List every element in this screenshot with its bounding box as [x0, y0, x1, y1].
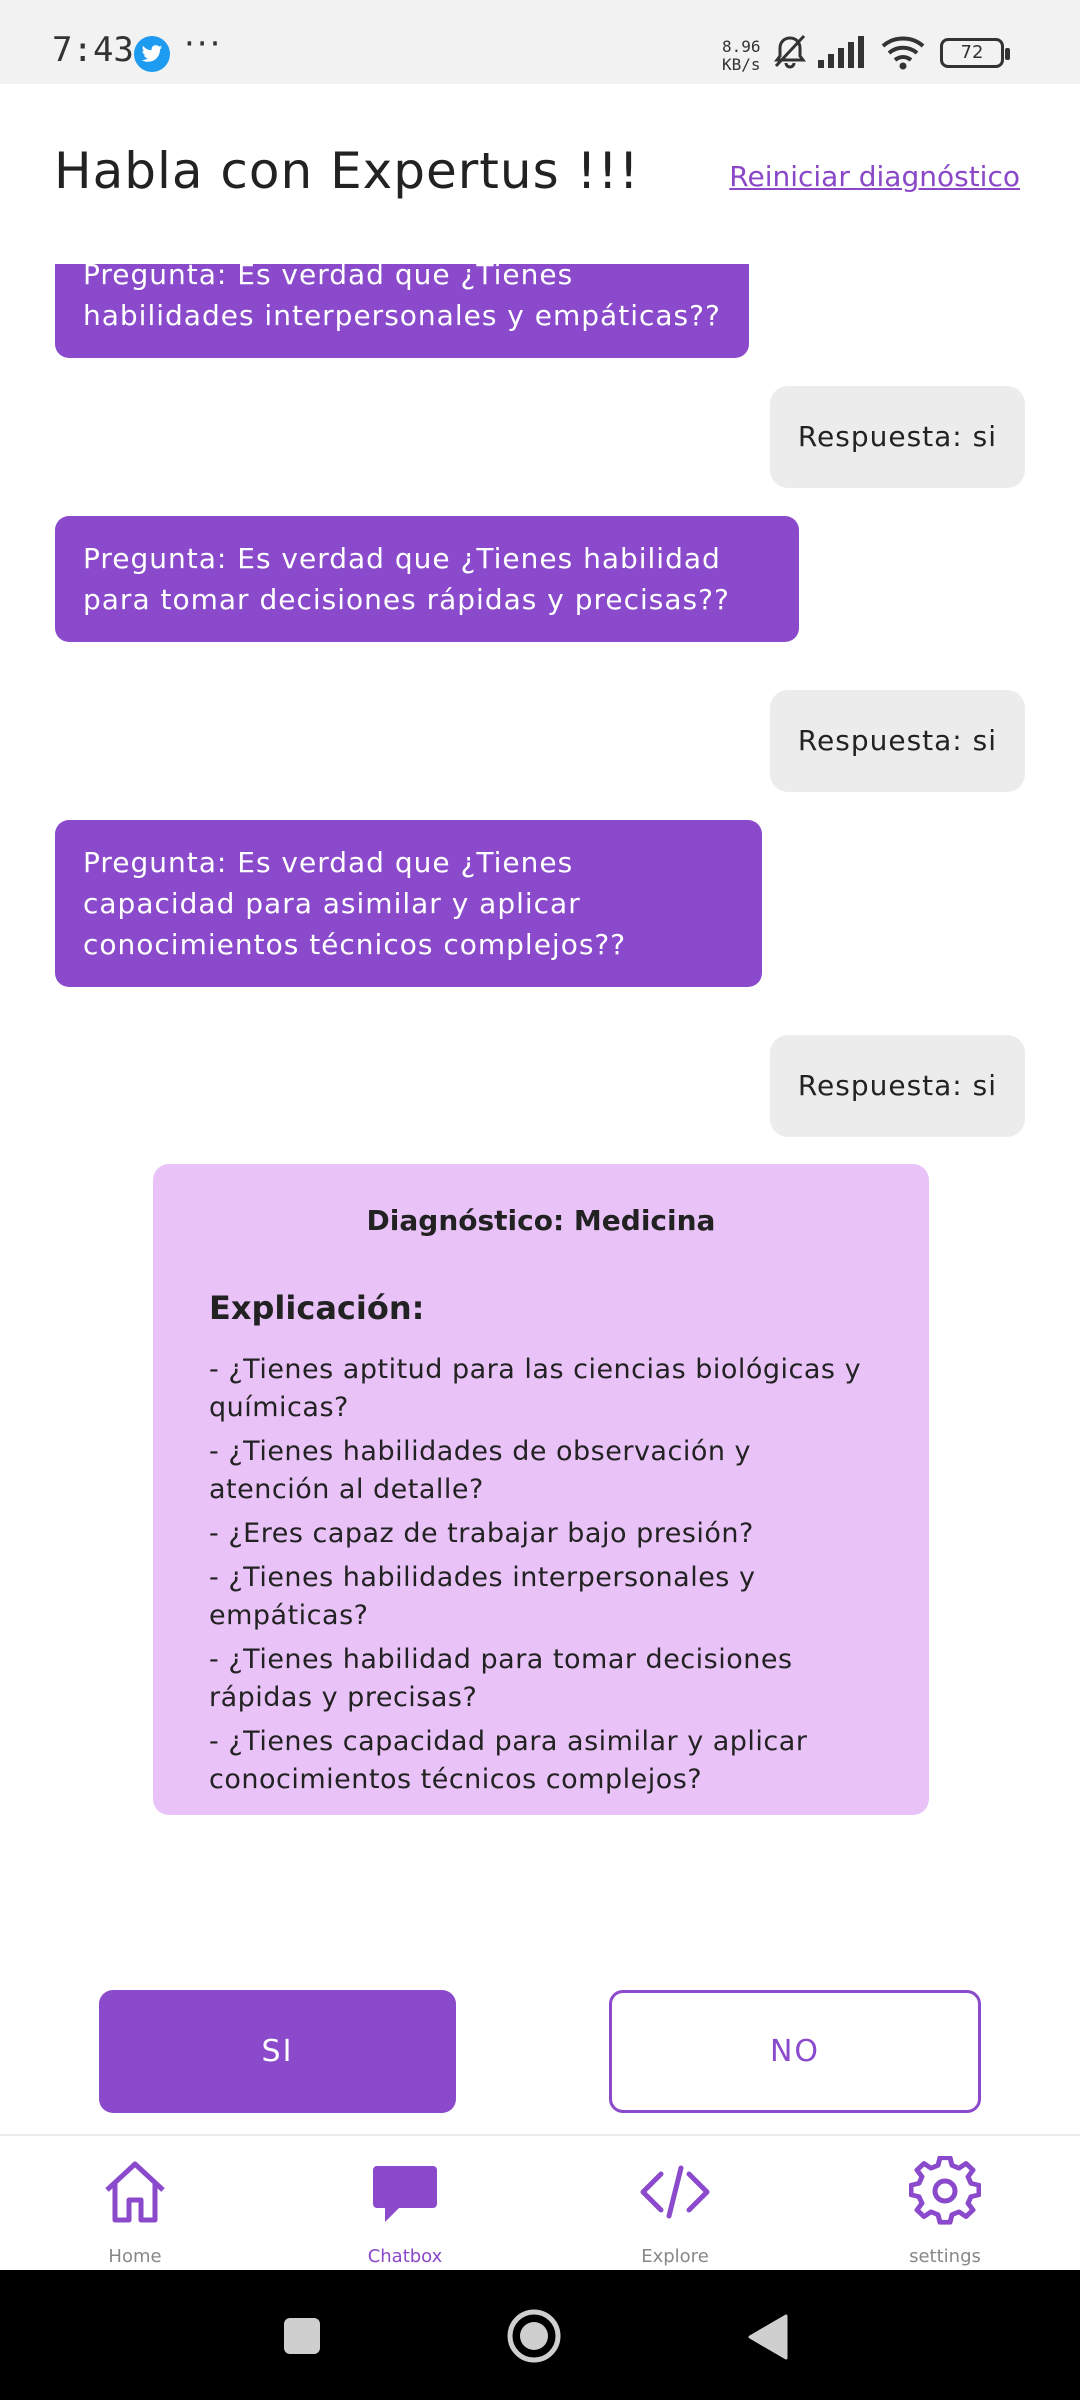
- nav-item-explore[interactable]: Explore: [575, 2136, 775, 2272]
- user-answer-bubble: Respuesta: si: [769, 1035, 1025, 1137]
- battery-indicator: 72: [940, 38, 1010, 68]
- status-bar: 7:43 ··· 8.96 KB/s 72: [0, 0, 1080, 84]
- diagnosis-card: Diagnóstico: Medicina Explicación: - ¿Ti…: [153, 1164, 929, 1815]
- system-navigation-bar: [0, 2270, 1080, 2400]
- chat-area[interactable]: Pregunta: Es verdad que ¿Tienes habilida…: [0, 264, 1080, 1954]
- mute-bell-icon: [770, 32, 810, 76]
- bot-question-bubble: Pregunta: Es verdad que ¿Tienes habilida…: [55, 264, 749, 358]
- bot-question-bubble: Pregunta: Es verdad que ¿Tienes capacida…: [55, 820, 762, 987]
- nav-label-chatbox: Chatbox: [367, 2246, 443, 2267]
- nav-label-explore: Explore: [641, 2246, 709, 2267]
- explanation-item: - ¿Tienes capacidad para asimilar y apli…: [209, 1726, 808, 1795]
- back-icon[interactable]: [748, 2314, 790, 2360]
- home-icon: [105, 2161, 165, 2223]
- network-speed-unit: KB/s: [722, 55, 761, 74]
- wifi-icon: [880, 32, 926, 76]
- network-speed-value: 8.96: [722, 37, 761, 56]
- nav-item-chatbox[interactable]: Chatbox: [305, 2136, 505, 2272]
- status-time: 7:43: [52, 30, 134, 70]
- home-system-icon[interactable]: [506, 2308, 562, 2364]
- bottom-navigation: Home Chatbox Explore settings: [0, 2134, 1080, 2272]
- nav-label-home: Home: [108, 2246, 162, 2267]
- page-title: Habla con Expertus !!!: [54, 142, 640, 200]
- recent-apps-icon[interactable]: [282, 2316, 322, 2356]
- signal-icon: [816, 32, 866, 76]
- chat-bubble-icon: [373, 2166, 437, 2222]
- gear-icon: [909, 2156, 981, 2225]
- explanation-item: - ¿Tienes habilidad para tomar decisione…: [209, 1644, 793, 1713]
- diagnosis-title: Diagnóstico: Medicina: [366, 1204, 716, 1237]
- nav-label-settings: settings: [909, 2246, 981, 2267]
- no-button[interactable]: NO: [609, 1990, 981, 2113]
- nav-item-home[interactable]: Home: [35, 2136, 235, 2272]
- explanation-item: - ¿Tienes habilidades de observación y a…: [209, 1436, 752, 1505]
- explanation-item: - ¿Tienes habilidades interpersonales y …: [209, 1562, 756, 1631]
- yes-button[interactable]: SI: [99, 1990, 456, 2113]
- user-answer-bubble: Respuesta: si: [769, 690, 1025, 792]
- user-answer-bubble: Respuesta: si: [769, 386, 1025, 488]
- twitter-notification-icon: [134, 36, 170, 72]
- code-icon: [640, 2165, 710, 2219]
- explanation-heading: Explicación:: [209, 1289, 425, 1327]
- more-notifications-icon: ···: [184, 24, 223, 64]
- explanation-item: - ¿Tienes aptitud para las ciencias biol…: [209, 1354, 862, 1423]
- network-speed: 8.96 KB/s: [722, 38, 761, 74]
- explanation-item: - ¿Eres capaz de trabajar bajo presión?: [209, 1518, 754, 1549]
- bot-question-bubble: Pregunta: Es verdad que ¿Tienes habilida…: [55, 516, 799, 642]
- nav-item-settings[interactable]: settings: [845, 2136, 1045, 2272]
- reset-diagnosis-link[interactable]: Reiniciar diagnóstico: [729, 160, 1020, 193]
